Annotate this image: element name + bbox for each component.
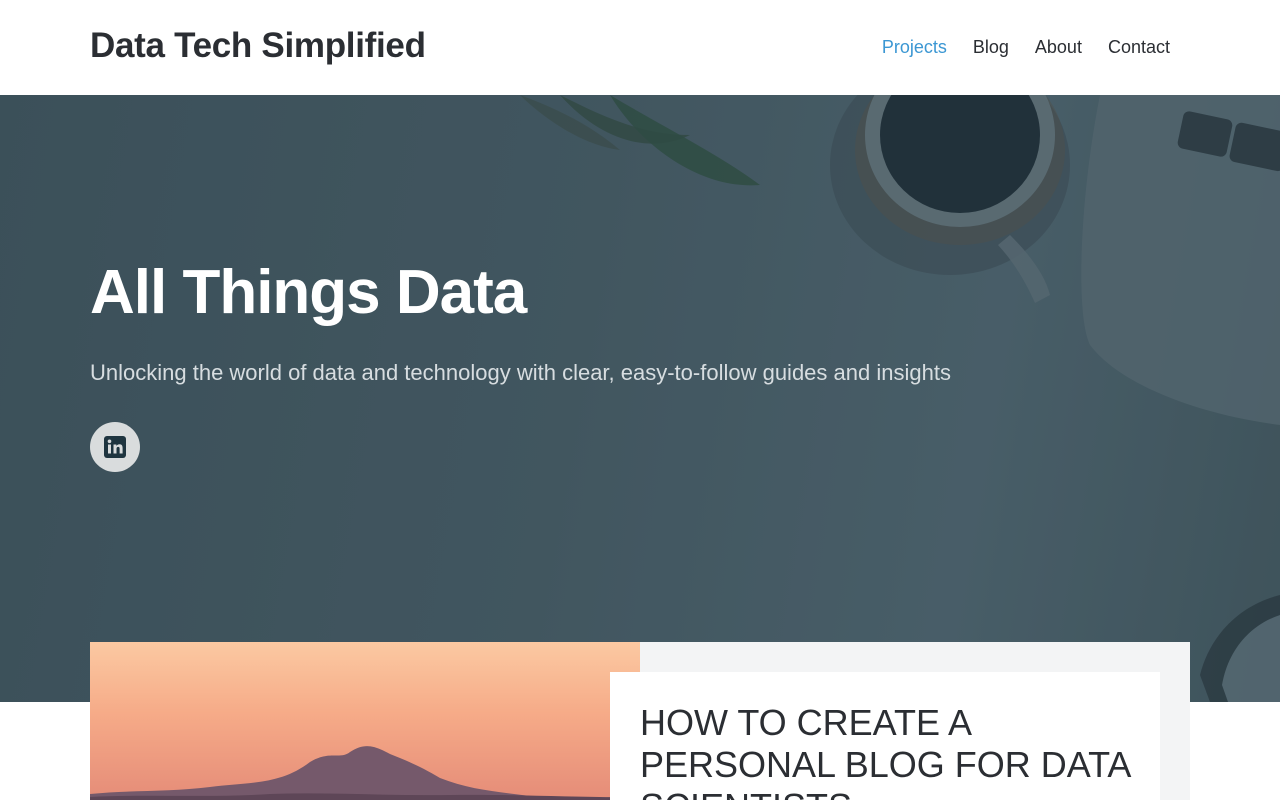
featured-post-body: HOW TO CREATE A PERSONAL BLOG FOR DATA S… xyxy=(610,672,1160,800)
featured-post-image[interactable] xyxy=(90,642,640,800)
hero-background-image xyxy=(0,95,1280,702)
nav-projects[interactable]: Projects xyxy=(882,37,947,58)
hero-subtitle: Unlocking the world of data and technolo… xyxy=(90,360,951,385)
linkedin-icon xyxy=(104,436,126,458)
hero-title: All Things Data xyxy=(90,258,527,327)
hero-section: All Things Data Unlocking the world of d… xyxy=(0,95,1280,702)
linkedin-link[interactable] xyxy=(90,422,140,472)
nav-blog[interactable]: Blog xyxy=(973,37,1009,58)
nav-about[interactable]: About xyxy=(1035,37,1082,58)
site-header: Data Tech Simplified Projects Blog About… xyxy=(0,0,1280,95)
nav-contact[interactable]: Contact xyxy=(1108,37,1170,58)
site-title[interactable]: Data Tech Simplified xyxy=(90,26,426,66)
mountain-image xyxy=(90,746,640,800)
main-nav: Projects Blog About Contact xyxy=(882,37,1170,58)
featured-post-title[interactable]: HOW TO CREATE A PERSONAL BLOG FOR DATA S… xyxy=(640,702,1140,800)
